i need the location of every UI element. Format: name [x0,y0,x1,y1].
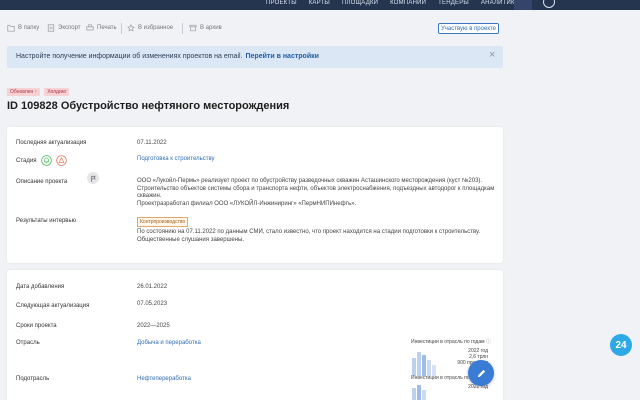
investment-heading: Инвестиции в отрасль по годам ⓘ [411,338,491,345]
archive-label: В архив [200,25,222,31]
user-avatar-icon[interactable] [543,0,555,8]
nav-link-tenders[interactable]: ТЕНДЕРЫ [438,0,469,10]
toolbar-divider [182,23,183,34]
subindustry-value-link[interactable]: Нефтепереработка [137,375,191,383]
pencil-icon [477,369,485,377]
investment-heading-text: Инвестиции в отрасль по годам [411,339,485,345]
project-toolbar: В папку Экспорт Печать В избранное В арх… [0,10,640,42]
chat-widget-button[interactable]: 24 [610,334,632,356]
interview-label: Результаты интервью [16,218,77,224]
archive-icon [189,24,197,32]
description-designer: Проектразработал филиал ООО «ЛУКОЙЛ-Инжи… [137,200,357,207]
notifications-icon[interactable] [514,0,532,10]
print-label: Печать [97,25,117,31]
banner-message: Настройте получение информации об измене… [16,53,243,60]
investment-bars [412,385,426,400]
top-navigation: ПРОЕКТЫ КАРТЫ ПЛОЩАДКИ КОМПАНИИ ТЕНДЕРЫ … [0,0,640,10]
to-folder-label: В папку [18,25,40,31]
close-icon[interactable]: × [489,50,495,61]
favorite-button[interactable]: В избранное [127,24,173,32]
nav-link-projects[interactable]: ПРОЕКТЫ [266,0,297,10]
description-paragraph: ООО «Лукойл-Пермь» реализует проект по о… [137,178,495,199]
info-icon[interactable]: ⓘ [486,339,491,345]
last-update-label: Последняя актуализация [16,140,87,146]
description-text: ООО «Лукойл-Пермь» реализует проект по о… [137,178,497,208]
investment-bars [412,352,436,376]
subindustry-label: Подотрасль [16,376,50,382]
period-value: 2022—2025 [137,323,170,329]
interview-text: По состоянию на 07.11.2022 по данным СМИ… [137,229,481,243]
nav-link-maps[interactable]: КАРТЫ [309,0,330,10]
stage-value-link[interactable]: Подготовка к строительству [137,155,215,163]
export-label: Экспорт [58,25,81,31]
banner-text: Настройте получение информации об измене… [16,53,319,60]
print-button[interactable]: Печать [86,24,117,32]
export-button[interactable]: Экспорт [47,24,81,32]
flag-icon[interactable] [87,172,99,184]
archive-button[interactable]: В архив [189,24,222,32]
next-update-value: 07.05.2023 [137,301,168,307]
warning-icon[interactable] [56,155,67,166]
project-info-card: Последняя актуализация 07.11.2022 Стадия… [7,127,503,263]
added-date-label: Дата добавления [16,284,65,290]
export-icon [47,24,55,32]
folder-icon [7,25,15,32]
nav-link-sites[interactable]: ПЛОЩАДКИ [342,0,378,10]
star-icon [127,24,135,32]
period-label: Сроки проекта [16,323,57,329]
nav-link-companies[interactable]: КОМПАНИИ [390,0,426,10]
stage-label: Стадия [16,158,37,164]
interview-tag: Контрпроизводство [137,217,189,227]
industry-label: Отрасль [16,340,40,346]
project-badges: Обновлен ↑ Холдинг [7,88,70,96]
participate-button[interactable]: Участвую в проекте [438,23,499,34]
favorite-label: В избранное [138,25,174,31]
to-folder-button[interactable]: В папку [7,24,39,32]
holding-badge: Холдинг [44,88,70,96]
industry-value-link[interactable]: Добыча и переработка [137,339,201,347]
bell-icon[interactable] [41,155,52,166]
description-label: Описание проекта [16,179,68,185]
printer-icon [86,24,94,31]
email-settings-banner: Настройте получение информации об измене… [7,46,503,68]
next-update-label: Следующая актуализация [16,303,90,309]
page-title: ID 109828 Обустройство нефтяного месторо… [7,100,290,112]
toolbar-divider [121,23,122,34]
edit-fab-button[interactable] [468,360,494,386]
last-update-value: 07.11.2022 [137,140,167,146]
added-date-value: 26.01.2022 [137,284,168,290]
go-to-settings-link[interactable]: Перейти в настройки [246,53,319,60]
updated-badge: Обновлен ↑ [7,88,41,96]
nav-links: ПРОЕКТЫ КАРТЫ ПЛОЩАДКИ КОМПАНИИ ТЕНДЕРЫ … [266,0,519,10]
